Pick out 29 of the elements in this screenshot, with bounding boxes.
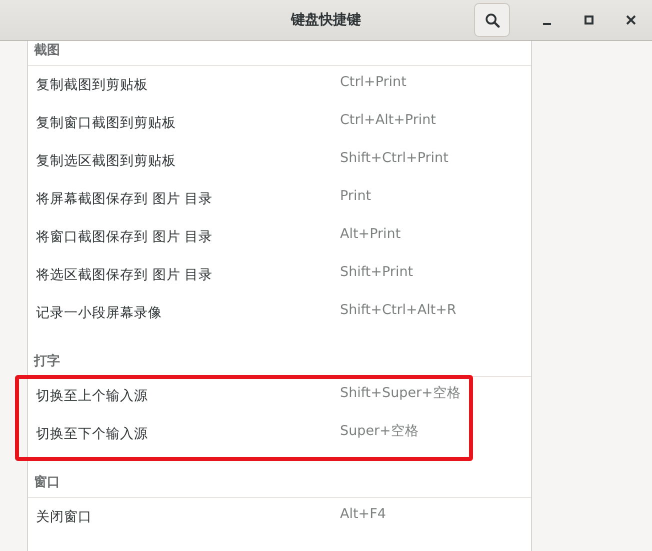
shortcut-keys[interactable]: Shift+Super+空格	[340, 384, 531, 402]
shortcut-keys[interactable]: Shift+Ctrl+Print	[340, 150, 531, 166]
shortcut-action[interactable]: 将选区截图保存到 图片 目录	[36, 266, 340, 284]
search-button[interactable]	[474, 3, 510, 37]
shortcut-action[interactable]: 记录一小段屏幕录像	[36, 304, 340, 322]
shortcut-action[interactable]: 复制截图到剪贴板	[36, 76, 340, 94]
close-icon	[626, 15, 636, 25]
section-header: 截图	[34, 42, 60, 59]
shortcut-keys[interactable]: Print	[340, 188, 531, 204]
shortcut-action[interactable]: 将窗口截图保存到 图片 目录	[36, 228, 340, 246]
window-title: 键盘快捷键	[291, 11, 361, 29]
maximize-icon	[584, 15, 594, 25]
search-icon	[484, 12, 500, 28]
shortcut-action[interactable]: 复制选区截图到剪贴板	[36, 152, 340, 170]
shortcut-keys[interactable]: Super+空格	[340, 422, 531, 440]
shortcut-action[interactable]: 复制窗口截图到剪贴板	[36, 114, 340, 132]
shortcut-keys[interactable]: Alt+F4	[340, 506, 531, 522]
shortcut-action[interactable]: 关闭窗口	[36, 508, 340, 526]
shortcut-keys[interactable]: Shift+Ctrl+Alt+R	[340, 302, 531, 318]
shortcut-action[interactable]: 切换至上个输入源	[36, 387, 340, 405]
shortcut-keys[interactable]: Alt+Print	[340, 226, 531, 242]
shortcut-keys[interactable]: Shift+Print	[340, 264, 531, 280]
shortcut-action[interactable]: 切换至下个输入源	[36, 425, 340, 443]
section-header: 打字	[34, 352, 60, 370]
shortcut-keys[interactable]: Ctrl+Print	[340, 74, 531, 90]
shortcut-action[interactable]: 将屏幕截图保存到 图片 目录	[36, 190, 340, 208]
minimize-icon	[543, 23, 551, 25]
shortcut-keys[interactable]: Ctrl+Alt+Print	[340, 112, 531, 128]
section-header: 窗口	[34, 474, 60, 491]
